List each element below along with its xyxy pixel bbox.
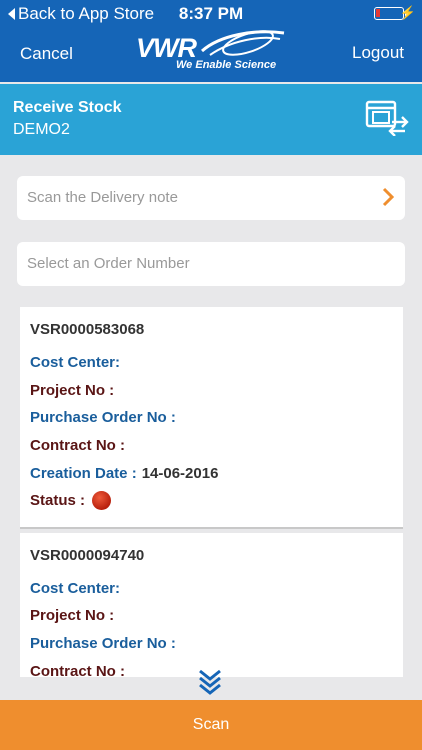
order-number: VSR0000094740 xyxy=(30,546,145,564)
charging-icon: ⚡ xyxy=(399,5,416,20)
project-row: Project No : xyxy=(30,381,115,399)
order-list[interactable]: VSR0000583068 Cost Center: Project No : … xyxy=(20,307,403,677)
logo-tagline: We Enable Science xyxy=(176,59,277,71)
order-number-field[interactable]: Select an Order Number xyxy=(17,242,405,286)
cancel-button[interactable]: Cancel xyxy=(20,44,73,64)
po-row: Purchase Order No : xyxy=(30,409,176,427)
scroll-down-chevrons-icon[interactable] xyxy=(197,668,223,696)
section-header: Receive Stock DEMO2 xyxy=(0,84,422,155)
creation-date-value: 14-06-2016 xyxy=(141,464,219,482)
logo-swoosh-icon xyxy=(201,30,285,56)
status-bar: Back to App Store 8:37 PM ⚡ xyxy=(0,0,422,26)
header: Back to App Store 8:37 PM ⚡ Cancel VWR W… xyxy=(0,0,422,82)
cost-center-row: Cost Center: xyxy=(30,354,121,372)
chevron-right-icon[interactable] xyxy=(381,185,395,209)
receive-stock-icon[interactable] xyxy=(364,100,410,136)
cost-center-row: Cost Center: xyxy=(30,579,121,597)
order-card[interactable]: VSR0000094740 Cost Center: Project No : … xyxy=(20,532,403,677)
order-card[interactable]: VSR0000583068 Cost Center: Project No : … xyxy=(20,307,403,529)
delivery-note-placeholder: Scan the Delivery note xyxy=(27,189,178,206)
nav-bar: Cancel VWR We Enable Science Logout xyxy=(0,26,422,82)
section-title: Receive Stock xyxy=(13,99,122,116)
creation-date-row: Creation Date : 14-06-2016 xyxy=(30,464,219,482)
status-row: Status : xyxy=(30,487,393,515)
po-row: Purchase Order No : xyxy=(30,635,176,653)
delivery-note-field[interactable]: Scan the Delivery note xyxy=(17,176,405,220)
vwr-logo: VWR We Enable Science xyxy=(136,29,286,75)
section-subtitle: DEMO2 xyxy=(13,121,70,138)
logout-button[interactable]: Logout xyxy=(352,43,404,63)
order-number-placeholder: Select an Order Number xyxy=(27,255,190,272)
order-number: VSR0000583068 xyxy=(30,321,145,338)
clock: 8:37 PM xyxy=(178,4,244,23)
scan-button[interactable]: Scan xyxy=(0,700,422,750)
project-row: Project No : xyxy=(30,607,115,625)
status-indicator-icon xyxy=(92,491,112,511)
contract-row: Contract No : xyxy=(30,437,125,455)
